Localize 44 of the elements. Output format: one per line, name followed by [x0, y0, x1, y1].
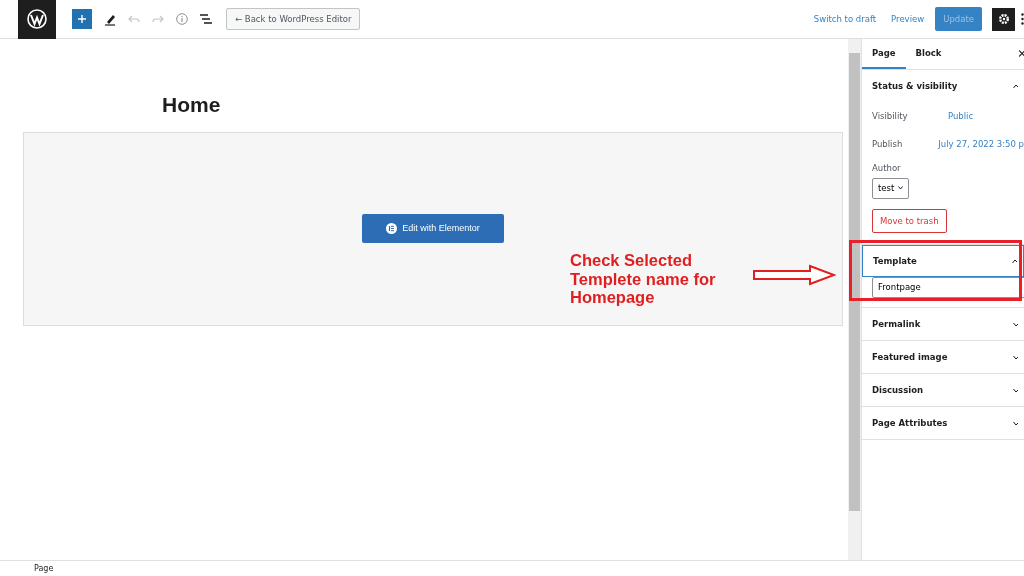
- close-icon[interactable]: [1019, 50, 1024, 57]
- sidebar-tab[interactable]: Page: [862, 39, 906, 69]
- caret-icon: [898, 186, 904, 191]
- page-title: Home: [162, 92, 222, 118]
- edit-with-elementor-button[interactable]: Edit with Elementor: [362, 214, 504, 243]
- chevron-up-icon: [1013, 83, 1018, 89]
- info-icon[interactable]: [176, 13, 188, 25]
- template-dropdown[interactable]: Frontpage: [872, 277, 1024, 298]
- chevron-down-icon: [1013, 354, 1018, 360]
- field-value-link[interactable]: July 27, 2022 3:50 p: [938, 137, 1024, 151]
- switch-to-draft-link[interactable]: Switch to draft: [813, 12, 877, 26]
- chevron-down-icon: [1013, 321, 1018, 327]
- status-bar-label: Page: [0, 560, 1024, 576]
- more-options-icon[interactable]: [1021, 13, 1024, 25]
- field-label: Visibility: [872, 109, 909, 123]
- plus-icon: [77, 14, 87, 24]
- field-value-link[interactable]: Public: [948, 109, 974, 123]
- annotation-arrow-icon: [752, 264, 836, 286]
- back-to-editor-button[interactable]: ← Back to WordPress Editor: [226, 7, 361, 31]
- panel-header[interactable]: Template: [862, 245, 1024, 278]
- author-dropdown[interactable]: test: [872, 177, 910, 199]
- author-label: Author: [871, 162, 901, 175]
- pencil-icon[interactable]: [104, 12, 116, 26]
- panel-header[interactable]: Permalink: [862, 308, 1024, 340]
- panel-header[interactable]: Featured image: [862, 341, 1024, 373]
- settings-button[interactable]: [992, 7, 1015, 31]
- wordpress-logo-icon: [27, 9, 47, 29]
- panel-header[interactable]: Status & visibility: [862, 70, 1024, 102]
- field-label: Publish: [872, 137, 904, 151]
- chevron-down-icon: [1013, 420, 1018, 426]
- scrollbar[interactable]: [848, 39, 861, 560]
- settings-icon: [997, 13, 1010, 25]
- add-block-button[interactable]: [72, 9, 92, 29]
- preview-link[interactable]: Preview: [891, 12, 925, 26]
- sidebar-tab[interactable]: Block: [905, 39, 952, 69]
- annotation-text: Check Selected Templete name for Homepage: [570, 251, 717, 307]
- panel-header[interactable]: Discussion: [862, 374, 1024, 406]
- chevron-up-icon: [1012, 258, 1017, 264]
- move-to-trash-button[interactable]: Move to trash: [872, 208, 947, 234]
- list-view-icon[interactable]: [200, 14, 212, 24]
- elementor-icon: [386, 223, 398, 234]
- panel-header[interactable]: Page Attributes: [862, 407, 1024, 439]
- chevron-down-icon: [1013, 387, 1018, 393]
- logo-tile[interactable]: [18, 0, 56, 39]
